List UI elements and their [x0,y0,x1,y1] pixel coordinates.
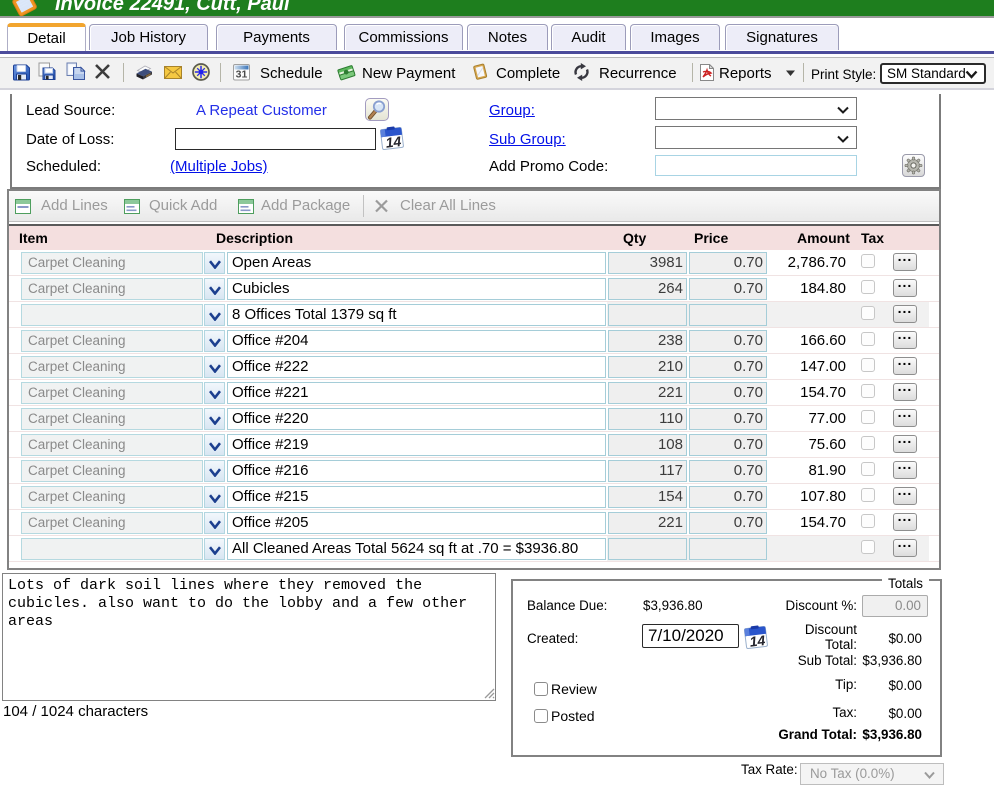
svg-text:31: 31 [236,69,248,81]
svg-text:14: 14 [385,133,403,150]
svg-text:14: 14 [749,632,767,649]
